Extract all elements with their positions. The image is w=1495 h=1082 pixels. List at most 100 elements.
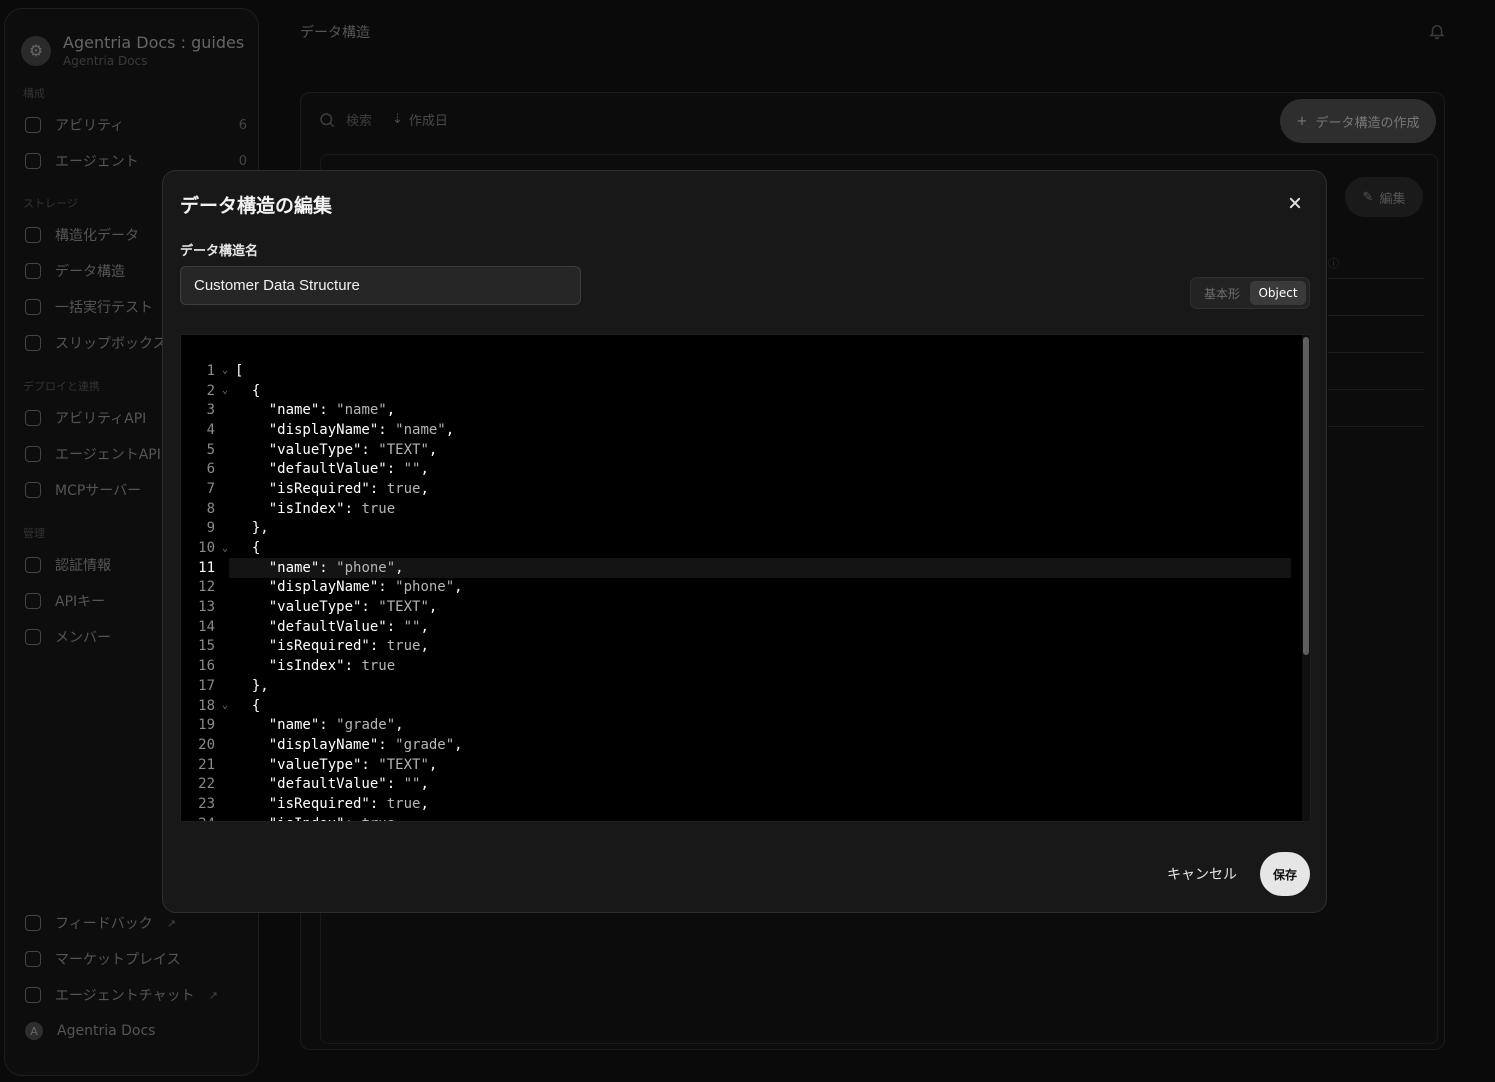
close-icon[interactable] [1285,193,1305,213]
code-text: "isRequired": true, [235,638,429,654]
code-token: }, [235,520,269,537]
line-number: 6 [206,461,215,478]
code-line: 14 "defaultValue": "", [181,617,1291,637]
edit-button[interactable]: ✎ 編集 [1345,177,1423,217]
section-label-admin: 管理 [23,527,45,540]
line-number: 7 [206,480,215,497]
editor-scrollbar[interactable] [1302,335,1310,821]
grid-icon [25,951,41,967]
code-line: 12 "displayName": "phone", [181,578,1291,598]
line-number: 23 [198,795,215,812]
pencil-icon: ✎ [1362,189,1374,205]
line-number: 14 [198,618,215,635]
code-text: "valueType": "TEXT", [235,756,438,773]
search-box[interactable]: 検索 [318,110,372,129]
section-label-deploy: デプロイと連携 [23,380,100,393]
divider [1328,426,1424,427]
code-value: true [361,500,396,517]
code-punct: , [428,756,438,773]
divider [1328,389,1424,390]
workspace-switcher[interactable]: ⚙ Agentria Docs : guides Agentria Docs [21,33,244,68]
line-number: 4 [206,421,215,438]
code-line: 7 "isRequired": true, [181,479,1291,499]
scrollbar-thumb[interactable] [1303,337,1309,655]
line-number: 17 [198,677,215,694]
sidebar-item-label: エージェント [55,154,139,170]
sidebar-item-feedback[interactable]: フィードバック ↗ [25,913,247,933]
code-line: 11 "name": "phone", [181,557,1291,578]
code-value: "grade" [336,717,396,734]
code-token: [ [235,362,244,379]
code-line: 17 }, [181,676,1291,696]
sort-button[interactable]: ⇣ 作成日 [392,110,448,129]
toggle-object[interactable]: Object [1250,281,1306,305]
code-text: { [235,698,260,714]
code-line: 13 "valueType": "TEXT", [181,597,1291,617]
chat-icon [25,987,41,1003]
code-lines: 1 ⌄[2 ⌄ {3 "name": "name", 4 "displayName":… [181,361,1291,821]
user-name: Agentria Docs [57,1023,156,1039]
code-punct: , [420,795,429,812]
create-data-structure-button[interactable]: + データ構造の作成 [1280,99,1436,143]
line-number: 3 [206,402,215,419]
divider [1328,315,1424,316]
sidebar-item-label: エージェントAPI [55,447,161,463]
code-text: "name": "phone", [235,560,404,576]
save-button[interactable]: 保存 [1260,852,1310,896]
code-punct: , [454,579,463,596]
code-punct: , [386,402,396,419]
sidebar-item-label: アビリティAPI [55,411,147,427]
fold-chevron-icon[interactable]: ⌄ [215,385,235,396]
help-icon [25,915,41,931]
code-punct: , [428,441,438,458]
code-token: "isIndex": [235,500,362,517]
fold-chevron-icon[interactable]: ⌄ [215,543,235,554]
code-token: "isRequired": [235,480,387,497]
mcp-icon [25,482,41,498]
code-punct: , [420,480,429,497]
key-icon [25,593,41,609]
external-link-icon: ↗ [208,988,218,1002]
code-line: 23 "isRequired": true, [181,794,1291,814]
code-value: "" [403,618,421,635]
code-text: }, [235,678,269,694]
code-text: "isIndex": true [235,658,395,674]
section-label-config: 構成 [23,87,45,100]
code-text: "isRequired": true, [235,796,429,812]
sidebar-item-agents[interactable]: エージェント 0 [25,151,247,171]
toggle-basic[interactable]: 基本形 [1194,281,1250,305]
code-token: "isRequired": [235,638,387,655]
avatar: A [25,1022,43,1040]
json-code-editor[interactable]: 1 ⌄[2 ⌄ {3 "name": "name", 4 "displayName":… [180,334,1311,822]
code-value: "grade" [395,736,455,753]
sidebar-item-label: マーケットプレイス [55,952,181,968]
code-text: "isIndex": true [235,816,395,821]
workspace-name: Agentria Docs : guides [63,33,245,52]
fold-chevron-icon[interactable]: ⌄ [215,700,235,711]
code-line: 18 ⌄ { [181,696,1291,716]
sidebar-item-label: スリップボックス [55,336,167,352]
ability-icon [25,117,41,133]
code-text: "isIndex": true [235,501,395,517]
agent-api-icon [25,446,41,462]
code-value: "TEXT" [378,599,429,616]
line-number: 1 [206,362,215,379]
sidebar-item-abilities[interactable]: アビリティ 6 [25,115,247,135]
code-text: { [235,383,260,399]
plus-icon: + [1296,113,1308,129]
bell-icon[interactable] [1428,22,1446,40]
code-punct: , [420,461,429,478]
sidebar-user[interactable]: A Agentria Docs [25,1022,247,1040]
divider [1328,352,1424,353]
code-text: }, [235,520,269,536]
sidebar-item-agent-chat[interactable]: エージェントチャット ↗ [25,985,247,1005]
code-line: 6 "defaultValue": "", [181,459,1291,479]
user-icon [25,629,41,645]
sidebar-item-marketplace[interactable]: マーケットプレイス [25,949,247,969]
fold-chevron-icon[interactable]: ⌄ [215,365,235,376]
cancel-button[interactable]: キャンセル [1167,864,1237,884]
data-structure-name-input[interactable] [180,266,581,305]
code-line: 1 ⌄[ [181,361,1291,381]
code-value: true [361,816,395,821]
code-line: 20 "displayName": "grade", [181,735,1291,755]
